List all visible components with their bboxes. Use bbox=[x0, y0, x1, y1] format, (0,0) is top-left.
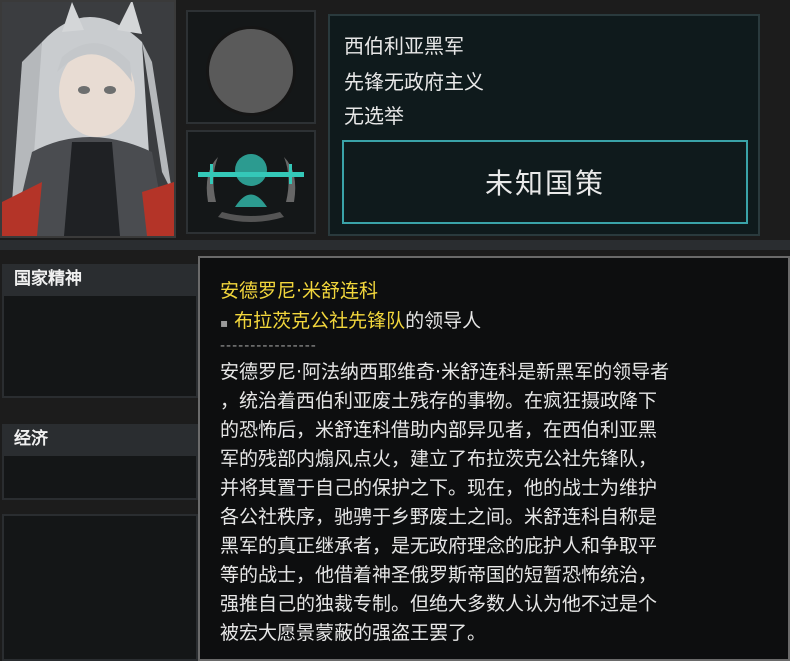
leader-info-box: 西伯利亚黑军 先锋无政府主义 无选举 未知国策 bbox=[328, 14, 760, 236]
portrait-image bbox=[2, 2, 174, 236]
description-line: 安德罗尼·阿法纳西耶维奇·米舒连科是新黑军的领导者 bbox=[220, 361, 670, 383]
economy-header: 经济 bbox=[2, 424, 198, 454]
party-slot[interactable] bbox=[186, 10, 316, 124]
party-circle-icon bbox=[206, 26, 296, 116]
leader-tooltip: 安德罗尼·米舒连科 ▪ 布拉茨克公社先锋队的领导人 ---------------… bbox=[198, 256, 790, 661]
tooltip-leader-name: 安德罗尼·米舒连科 bbox=[220, 280, 379, 302]
tooltip-role-suffix: 的领导人 bbox=[405, 310, 482, 332]
national-focus-button[interactable]: 未知国策 bbox=[342, 140, 748, 224]
divider bbox=[0, 240, 790, 250]
tooltip-separator: ---------------- bbox=[220, 338, 317, 354]
faction-name: 西伯利亚黑军 bbox=[344, 34, 464, 58]
national-spirit-panel bbox=[2, 294, 198, 398]
national-spirit-header: 国家精神 bbox=[2, 264, 198, 294]
tooltip-role: ▪ 布拉茨克公社先锋队的领导人 bbox=[220, 306, 481, 333]
description-line: 黑军的真正继承者，是无政府理念的庇护人和争取平 bbox=[220, 535, 658, 557]
description-line: 强推自己的独裁专制。但绝大多数人认为他不过是个 bbox=[220, 593, 658, 615]
ideology-label: 先锋无政府主义 bbox=[344, 70, 484, 94]
lower-panel bbox=[2, 514, 198, 661]
leader-portrait[interactable] bbox=[0, 0, 176, 238]
description-line: 各公社秩序，驰骋于乡野废土之间。米舒连科自称是 bbox=[220, 506, 658, 528]
description-line: ，统治着西伯利亚废土残存的事物。在疯狂摄政降下 bbox=[220, 390, 658, 412]
economy-panel bbox=[2, 454, 198, 500]
ideology-slot[interactable] bbox=[186, 130, 316, 234]
description-line: 并将其置于自己的保护之下。现在，他的战士为维护 bbox=[220, 477, 658, 499]
election-label: 无选举 bbox=[344, 104, 404, 128]
bullet-icon: ▪ bbox=[220, 316, 229, 330]
tooltip-description: 安德罗尼·阿法纳西耶维奇·米舒连科是新黑军的领导者 ，统治着西伯利亚废土残存的事… bbox=[220, 358, 780, 648]
description-line: 等的战士，他借着神圣俄罗斯帝国的短暂恐怖统治， bbox=[220, 564, 658, 586]
description-line: 军的残部内煽风点火，建立了布拉茨克公社先锋队， bbox=[220, 448, 658, 470]
description-line: 被宏大愿景蒙蔽的强盗王罢了。 bbox=[220, 622, 487, 644]
tooltip-role-highlight: 布拉茨克公社先锋队 bbox=[234, 310, 406, 332]
description-line: 的恐怖后，米舒连科借助内部异见者，在西伯利亚黑 bbox=[220, 419, 658, 441]
ideology-emblem-icon bbox=[198, 154, 304, 222]
